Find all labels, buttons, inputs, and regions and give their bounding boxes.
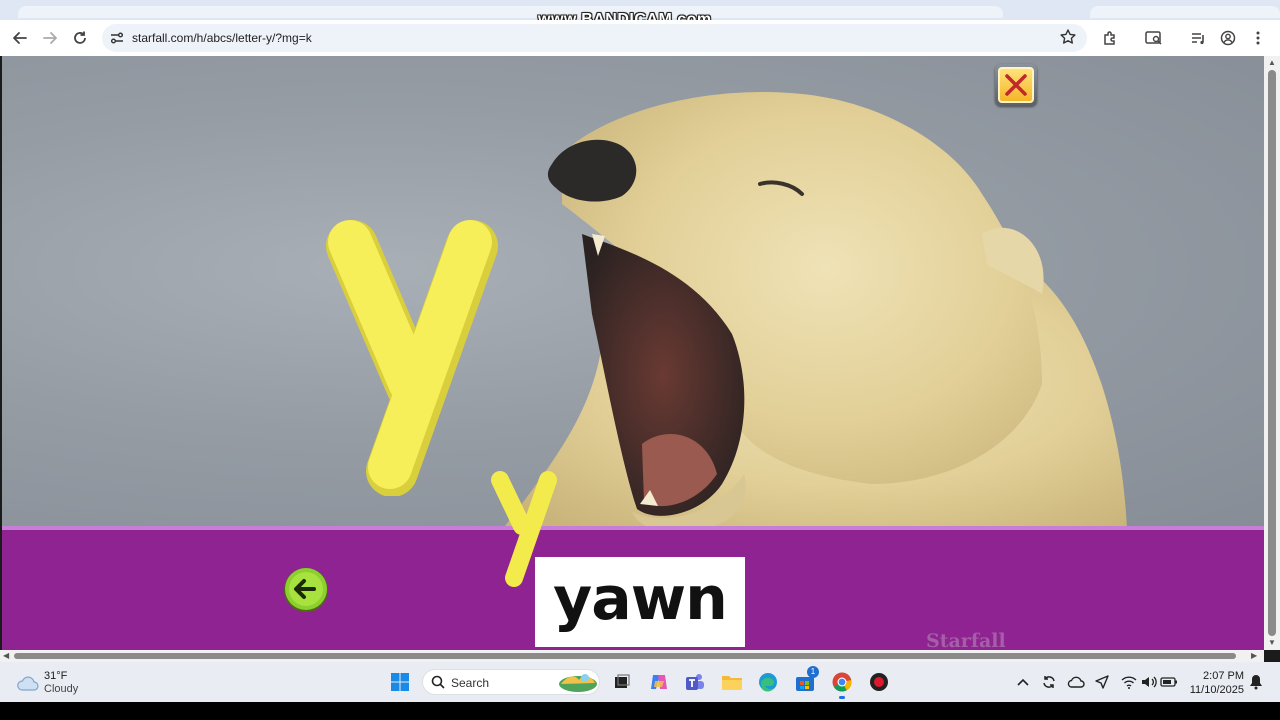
bandicam-button[interactable] — [867, 670, 891, 694]
address-bar[interactable]: starfall.com/h/abcs/letter-y/?mg=k — [102, 24, 1087, 52]
site-settings-icon[interactable] — [108, 29, 126, 47]
scroll-down-icon[interactable]: ▼ — [1268, 638, 1276, 647]
close-button[interactable] — [995, 64, 1037, 106]
task-view-icon — [615, 674, 630, 688]
taskbar-search-label: Search — [451, 676, 490, 690]
extensions-icon[interactable] — [1098, 26, 1122, 50]
vertical-scroll-thumb[interactable] — [1268, 70, 1276, 636]
lesson-word: yawn — [553, 564, 728, 634]
back-arrow-button[interactable] — [282, 565, 330, 613]
weather-condition: Cloudy — [44, 683, 79, 695]
taskbar: 31°F Cloudy Search 1 2:07 PM 11/10/2025 — [0, 662, 1280, 702]
profile-icon[interactable] — [1216, 26, 1240, 50]
teams-icon — [686, 674, 704, 690]
notifications-icon[interactable] — [1244, 670, 1268, 694]
store-badge: 1 — [807, 666, 819, 678]
file-explorer-button[interactable] — [720, 670, 744, 694]
system-clock[interactable]: 2:07 PM 11/10/2025 — [1186, 669, 1244, 697]
big-letter-y-graphic — [326, 220, 498, 496]
vertical-scrollbar[interactable]: ▲ ▼ — [1264, 56, 1280, 650]
arrow-left-icon — [284, 568, 328, 612]
teams-button[interactable] — [683, 670, 707, 694]
windows-logo-icon — [391, 673, 409, 691]
taskbar-search-box[interactable]: Search — [422, 669, 600, 695]
browser-toolbar: starfall.com/h/abcs/letter-y/?mg=k — [0, 20, 1280, 56]
scroll-left-icon[interactable]: ◀ — [3, 651, 9, 660]
location-icon[interactable] — [1090, 670, 1114, 694]
edge-icon — [759, 673, 777, 692]
page-viewport: yawn Starfall — [2, 56, 1264, 650]
reading-list-icon[interactable] — [1186, 26, 1210, 50]
bookmark-star-icon[interactable] — [1059, 28, 1077, 46]
weather-temp: 31°F — [44, 670, 68, 682]
sync-icon[interactable] — [1037, 670, 1061, 694]
store-button[interactable]: 1 — [793, 666, 819, 694]
folder-icon — [722, 676, 742, 690]
weather-widget[interactable]: 31°F Cloudy — [16, 668, 96, 696]
search-highlight-icon — [559, 674, 597, 692]
copilot-icon — [651, 675, 667, 689]
horizontal-scrollbar[interactable]: ◀ ▶ — [0, 650, 1264, 662]
letterbox-bar — [0, 702, 1280, 720]
tab-strip-right — [1090, 6, 1280, 18]
chrome-button[interactable] — [830, 670, 854, 699]
yawning-polar-bear-image — [502, 92, 1127, 532]
record-icon — [870, 673, 888, 691]
word-card: yawn — [535, 557, 745, 647]
url-text[interactable]: starfall.com/h/abcs/letter-y/?mg=k — [132, 31, 312, 45]
horizontal-scroll-thumb[interactable] — [14, 653, 1236, 659]
tab-search-icon[interactable] — [1142, 26, 1166, 50]
back-icon[interactable] — [8, 26, 32, 50]
tray-overflow-icon[interactable] — [1011, 670, 1035, 694]
clock-time: 2:07 PM — [1203, 670, 1244, 682]
scroll-up-icon[interactable]: ▲ — [1268, 58, 1276, 67]
copilot-button[interactable] — [647, 670, 671, 694]
starfall-logo: Starfall — [926, 630, 1006, 650]
scroll-right-icon[interactable]: ▶ — [1251, 651, 1257, 660]
menu-icon[interactable] — [1246, 26, 1270, 50]
onedrive-icon[interactable] — [1064, 670, 1088, 694]
search-icon — [431, 675, 445, 689]
clock-date: 11/10/2025 — [1189, 684, 1244, 696]
reload-icon[interactable] — [68, 26, 92, 50]
forward-icon[interactable] — [38, 26, 62, 50]
cloud-icon — [17, 676, 39, 691]
chrome-icon — [832, 672, 852, 692]
screen: www.BANDICAM.com starfall.com/h/abcs/let… — [0, 0, 1280, 720]
lesson-scene — [2, 56, 1264, 532]
active-tab[interactable] — [18, 6, 1003, 18]
task-view-button[interactable] — [610, 670, 634, 694]
battery-icon[interactable] — [1157, 670, 1181, 694]
close-icon — [998, 67, 1034, 103]
edge-button[interactable] — [756, 670, 780, 694]
chrome-active-indicator — [839, 696, 845, 699]
start-button[interactable] — [388, 670, 412, 694]
